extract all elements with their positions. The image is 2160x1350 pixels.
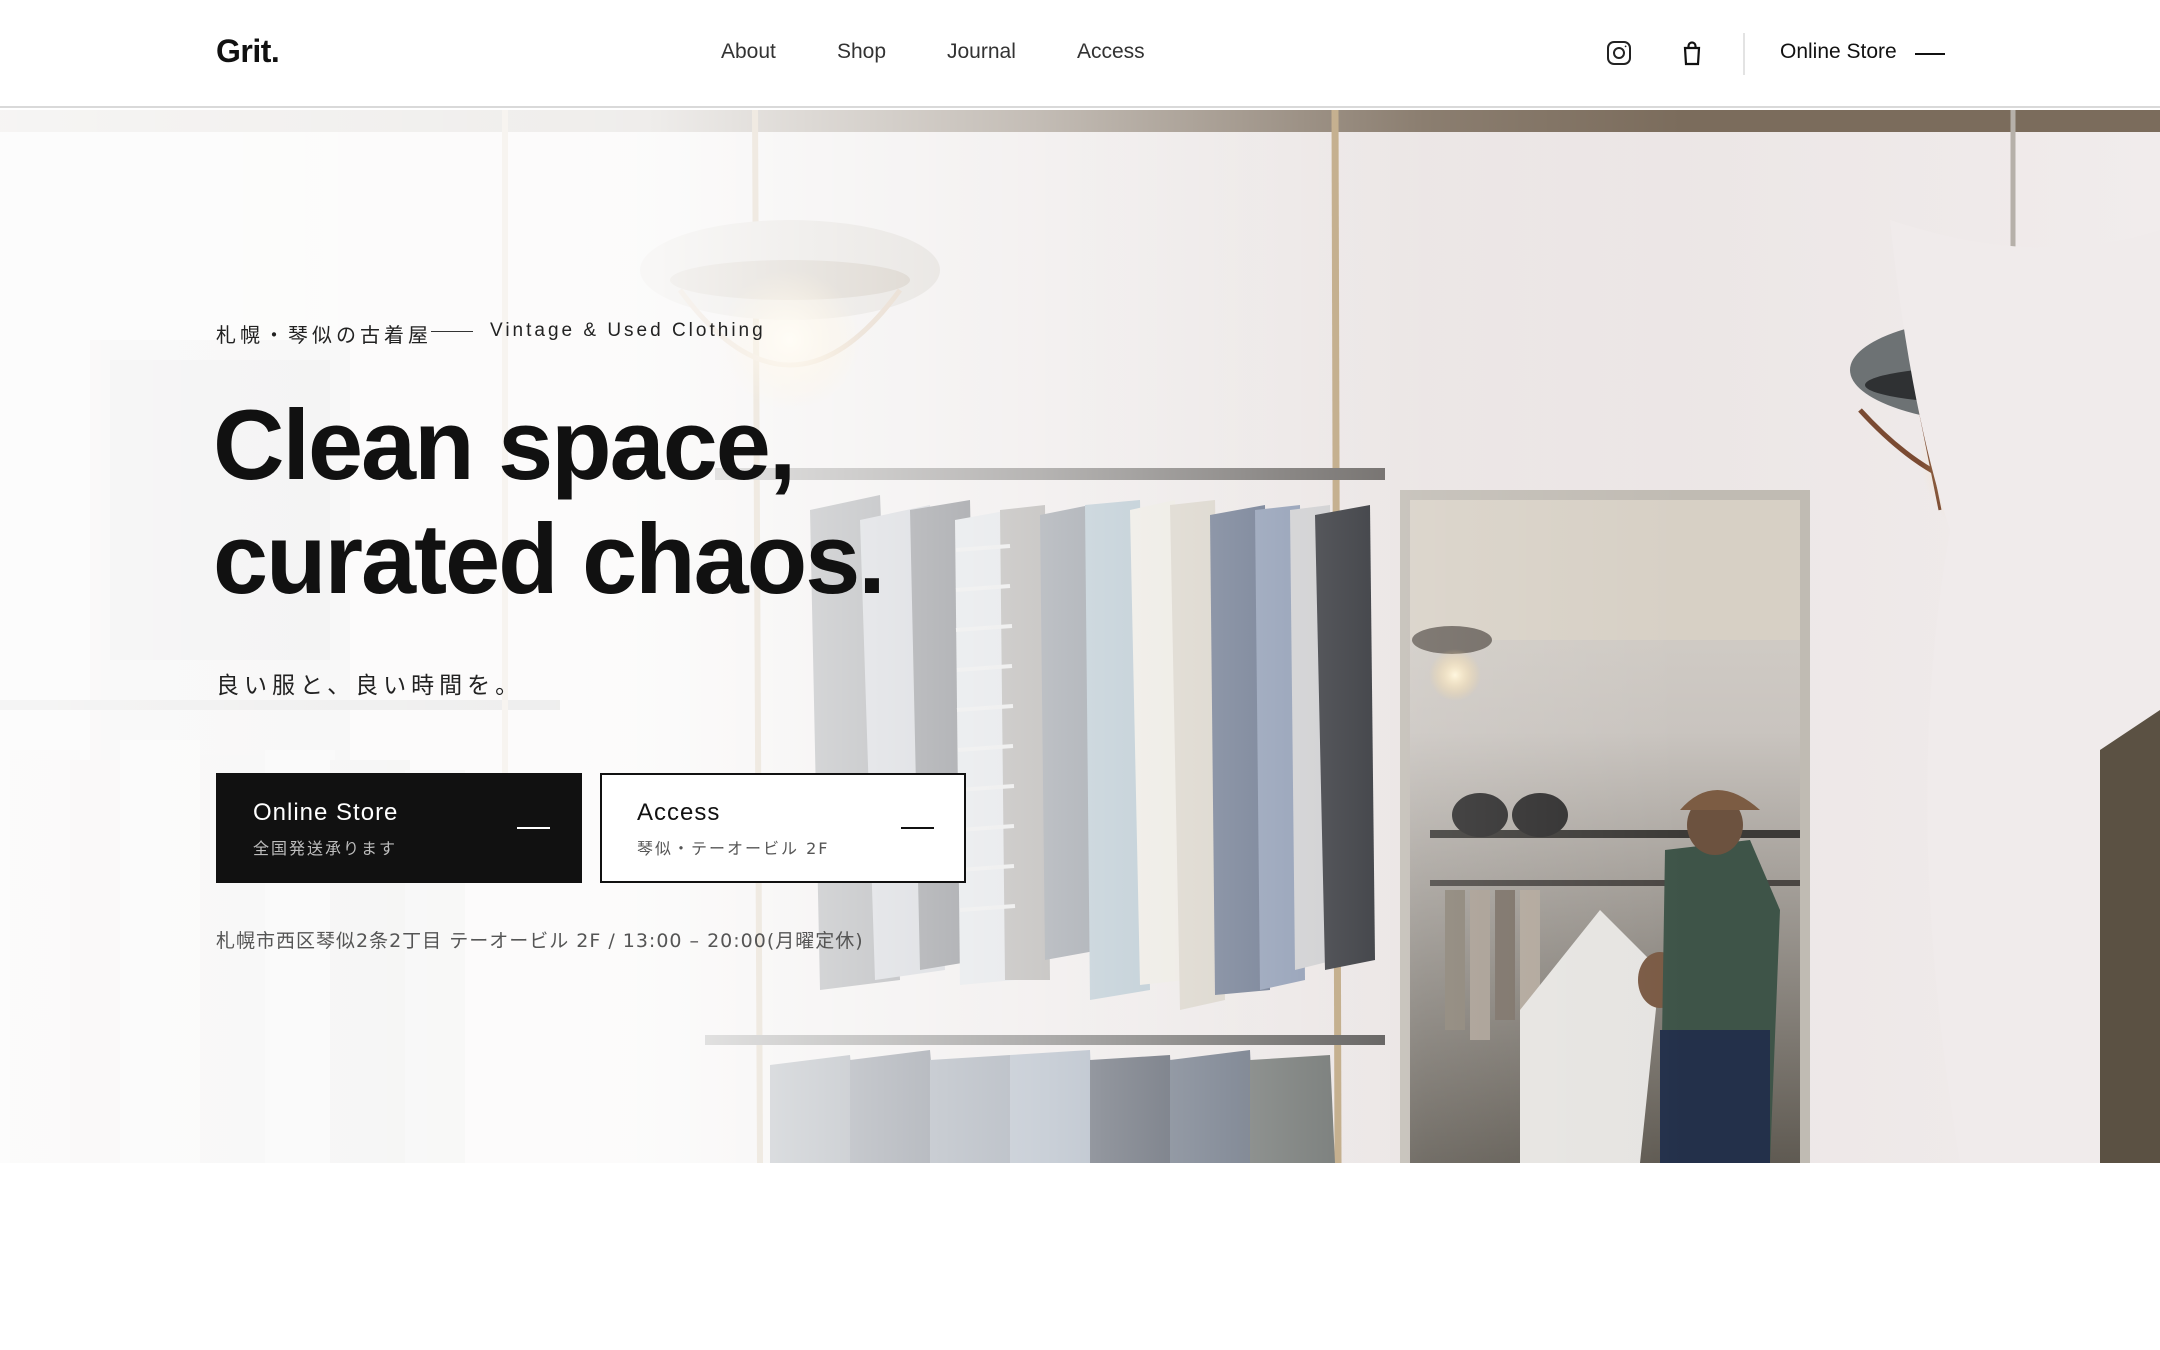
header-online-store-link[interactable]: Online Store (1780, 40, 1897, 64)
hero-headline-line2: curated chaos. (213, 503, 886, 614)
access-button-label: Access (637, 799, 721, 826)
hero-overlay (0, 110, 2160, 1163)
online-store-button-label: Online Store (253, 799, 399, 826)
instagram-icon[interactable] (1604, 38, 1634, 68)
site-header: Grit. About Shop Journal Access Online S… (0, 0, 2160, 108)
hero-headline-line1: Clean space, (213, 389, 796, 500)
eyebrow-divider (431, 331, 473, 332)
hero-eyebrow-jp: 札幌・琴似の古着屋 (216, 323, 432, 347)
online-store-button-sub: 全国発送承ります (253, 839, 398, 858)
access-button-sub: 琴似・テーオービル 2F (637, 839, 830, 858)
access-button[interactable]: Access 琴似・テーオービル 2F (600, 773, 966, 883)
hero-eyebrow-en: Vintage & Used Clothing (490, 320, 766, 341)
store-address: 札幌市西区琴似2条2丁目 テーオービル 2F / 13:00 – 20:00(月… (216, 930, 864, 952)
arrow-line-icon (901, 827, 934, 829)
hero-tagline: 良い服と、良い時間を。 (216, 673, 524, 699)
nav-link-access[interactable]: Access (1077, 40, 1145, 64)
online-store-button[interactable]: Online Store 全国発送承ります (216, 773, 582, 883)
nav-link-shop[interactable]: Shop (837, 40, 886, 64)
shopping-bag-icon[interactable] (1677, 38, 1707, 68)
hero-section: 札幌・琴似の古着屋 Vintage & Used Clothing Clean … (0, 110, 2160, 1163)
nav-link-journal[interactable]: Journal (947, 40, 1016, 64)
hero-headline: Clean space, curated chaos. (213, 388, 1113, 616)
header-divider (1743, 33, 1745, 75)
arrow-line-icon (1915, 53, 1945, 55)
arrow-line-icon (517, 827, 550, 829)
nav-link-about[interactable]: About (721, 40, 776, 64)
